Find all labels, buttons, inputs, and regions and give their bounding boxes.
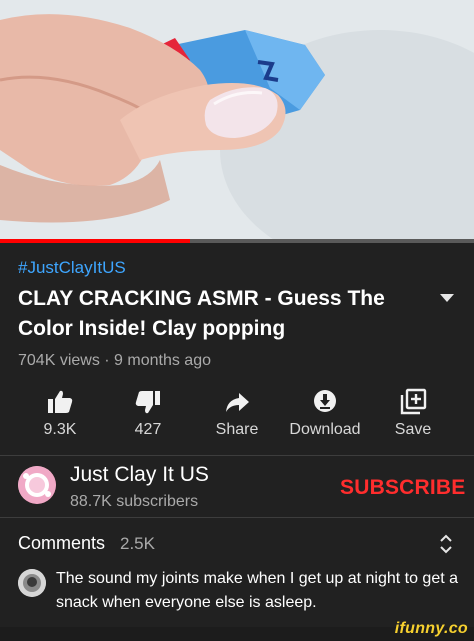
video-player[interactable] — [0, 0, 474, 240]
comment-text: The sound my joints make when I get up a… — [56, 570, 459, 611]
like-button[interactable]: 9.3K — [10, 385, 110, 445]
share-button[interactable]: Share — [187, 385, 287, 445]
video-thumbnail-image — [0, 0, 474, 240]
channel-name[interactable]: Just Clay It US — [70, 463, 209, 487]
subscriber-count: 88.7K subscribers — [70, 493, 199, 510]
watermark: ifunny.co — [394, 620, 468, 637]
save-label: Save — [394, 421, 432, 438]
subscribe-button[interactable]: SUBSCRIBE — [340, 476, 465, 500]
video-title[interactable]: CLAY CRACKING ASMR - Guess The Color Ins… — [18, 284, 418, 344]
commenter-avatar-icon — [18, 569, 46, 597]
action-bar: 9.3K 427 Share Download Save — [0, 385, 474, 445]
video-progress-bar[interactable] — [0, 239, 474, 243]
share-label: Share — [215, 421, 259, 438]
channel-avatar[interactable] — [18, 466, 56, 504]
hashtag-link[interactable]: #JustClayItUS — [18, 258, 126, 278]
comments-header[interactable]: Comments — [18, 533, 105, 554]
save-playlist-icon — [400, 388, 427, 415]
download-icon — [314, 390, 336, 412]
like-count: 9.3K — [43, 421, 77, 438]
share-icon — [226, 393, 249, 412]
expand-description-icon[interactable] — [438, 292, 456, 304]
divider — [0, 455, 474, 456]
channel-logo-icon — [18, 466, 56, 504]
thumbs-up-icon — [48, 390, 73, 413]
download-label: Download — [289, 421, 361, 438]
dislike-count: 427 — [134, 421, 162, 438]
thumbs-down-icon — [135, 391, 160, 414]
dislike-button[interactable]: 427 — [98, 385, 198, 445]
video-meta: 704K views · 9 months ago — [18, 352, 211, 369]
expand-comments-icon[interactable] — [439, 533, 453, 555]
commenter-avatar[interactable] — [18, 569, 46, 597]
divider — [0, 517, 474, 518]
download-button[interactable]: Download — [275, 385, 375, 445]
save-button[interactable]: Save — [363, 385, 463, 445]
video-progress-fill — [0, 239, 190, 243]
comments-count: 2.5K — [120, 534, 155, 553]
